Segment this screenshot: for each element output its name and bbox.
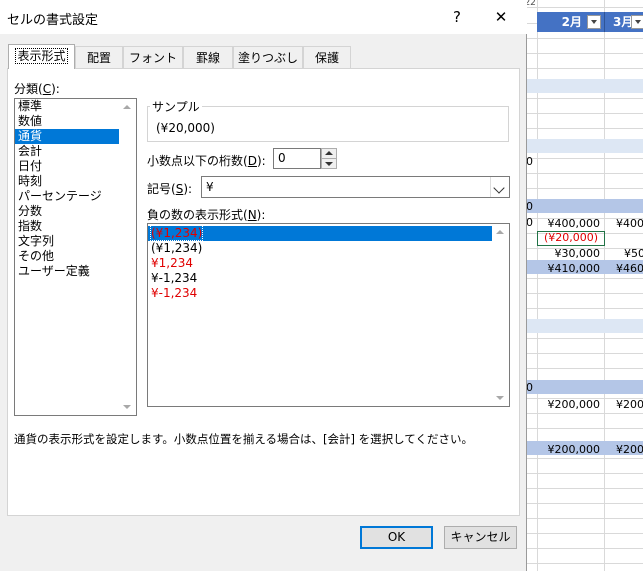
column-header-feb[interactable]: 2月 (537, 12, 605, 32)
ok-button[interactable]: OK (360, 526, 433, 549)
negative-format-item-selected[interactable]: (¥1,234) (148, 225, 509, 241)
list-item[interactable]: ユーザー定義 (15, 264, 136, 279)
cell[interactable]: 0 (526, 200, 533, 213)
format-description: 通貨の表示形式を設定します。小数点位置を揃える場合は、[会計] を選択してくださ… (14, 432, 473, 446)
symbol-value: ¥ (206, 180, 214, 194)
negative-format-item[interactable]: (¥1,234) (148, 241, 509, 256)
tab-protection[interactable]: 保護 (303, 46, 351, 68)
negative-format-text: (¥1,234) (151, 241, 203, 255)
scroll-up-icon[interactable] (123, 105, 131, 109)
negative-format-text: ¥-1,234 (151, 286, 198, 300)
negative-format-text: (¥1,234) (149, 225, 204, 241)
filter-dropdown-icon[interactable] (631, 15, 643, 29)
scrollbar[interactable] (492, 224, 509, 406)
tab-alignment[interactable]: 配置 (75, 46, 123, 68)
negative-format-item[interactable]: ¥1,234 (148, 256, 509, 271)
negative-format-text: ¥1,234 (151, 256, 193, 270)
scroll-down-icon[interactable] (496, 396, 504, 400)
negative-format-text: ¥-1,234 (151, 271, 198, 285)
filter-dropdown-icon[interactable] (587, 15, 601, 29)
scrollbar[interactable] (119, 99, 136, 415)
close-button[interactable]: ✕ (490, 6, 512, 28)
scroll-up-icon[interactable] (496, 230, 504, 234)
negative-format-list[interactable]: (¥1,234) (¥1,234) ¥1,234 ¥-1,234 ¥-1,234 (147, 223, 510, 407)
list-item[interactable]: 数値 (15, 114, 136, 129)
spin-up-icon[interactable] (322, 149, 336, 159)
cell[interactable]: 0 (526, 155, 533, 168)
sample-label: サンプル (150, 98, 202, 115)
cell[interactable]: ¥200,000 (538, 397, 601, 412)
cell[interactable]: ¥200, (606, 442, 643, 457)
tab-number-format[interactable]: 表示形式 (8, 44, 75, 69)
category-list[interactable]: 標準 数値 通貨 会計 日付 時刻 パーセンテージ 分数 指数 文字列 その他 … (14, 98, 137, 416)
row-band (522, 319, 643, 333)
cell[interactable]: ¥200,000 (538, 442, 601, 457)
dialog-title: セルの書式設定 (7, 13, 99, 28)
decimals-spinner[interactable] (321, 148, 337, 169)
row-band (522, 79, 643, 93)
cell[interactable]: ¥460, (606, 261, 643, 276)
category-label: 分類(C): (14, 82, 60, 96)
column-header-mar[interactable]: 3月 (605, 12, 643, 32)
decimals-label: 小数点以下の桁数(D): (147, 154, 266, 168)
chevron-down-icon[interactable] (490, 177, 509, 197)
selected-cell[interactable]: (¥20,000) (537, 231, 605, 246)
cell[interactable]: ¥200, (606, 397, 643, 412)
help-button[interactable]: ? (446, 6, 468, 28)
list-item[interactable]: 日付 (15, 159, 136, 174)
list-item[interactable]: パーセンテージ (15, 189, 136, 204)
tab-border[interactable]: 罫線 (183, 46, 233, 68)
symbol-select[interactable]: ¥ (201, 176, 510, 198)
dialog-titlebar[interactable]: セルの書式設定 ? ✕ (0, 0, 527, 34)
list-item-selected[interactable]: 通貨 (15, 129, 136, 144)
list-item[interactable]: 文字列 (15, 234, 136, 249)
list-item[interactable]: その他 (15, 249, 136, 264)
negative-format-label: 負の数の表示形式(N): (147, 208, 266, 222)
cell[interactable]: ¥30,000 (538, 246, 601, 261)
cell[interactable]: ¥400, (606, 216, 643, 231)
negative-format-item[interactable]: ¥-1,234 (148, 286, 509, 301)
tab-fill[interactable]: 塗りつぶし (233, 46, 303, 68)
row-band (522, 199, 643, 213)
list-item[interactable]: 会計 (15, 144, 136, 159)
tab-font[interactable]: フォント (123, 46, 183, 68)
cell[interactable]: 0 (526, 216, 533, 229)
list-item[interactable]: 時刻 (15, 174, 136, 189)
decimals-input[interactable]: 0 (273, 148, 321, 169)
scroll-down-icon[interactable] (123, 405, 131, 409)
column-header-label: 2月 (561, 15, 582, 29)
symbol-label: 記号(S): (147, 182, 193, 196)
spin-down-icon[interactable] (322, 159, 336, 168)
row-band (522, 380, 643, 394)
list-item[interactable]: 分数 (15, 204, 136, 219)
negative-format-item[interactable]: ¥-1,234 (148, 271, 509, 286)
tab-label: 表示形式 (15, 48, 68, 64)
list-item[interactable]: 標準 (15, 99, 136, 114)
row-band (522, 139, 643, 153)
list-item[interactable]: 指数 (15, 219, 136, 234)
format-cells-dialog: セルの書式設定 ? ✕ 表示形式 配置 フォント 罫線 塗りつぶし 保護 分類(… (0, 0, 527, 571)
cell[interactable]: ¥410,000 (538, 261, 601, 276)
cell[interactable]: ¥50, (606, 246, 643, 261)
cell[interactable]: ¥400,000 (538, 216, 601, 231)
cell[interactable]: 0 (526, 381, 533, 394)
cancel-button[interactable]: キャンセル (444, 526, 517, 549)
sample-value: (¥20,000) (156, 121, 215, 135)
